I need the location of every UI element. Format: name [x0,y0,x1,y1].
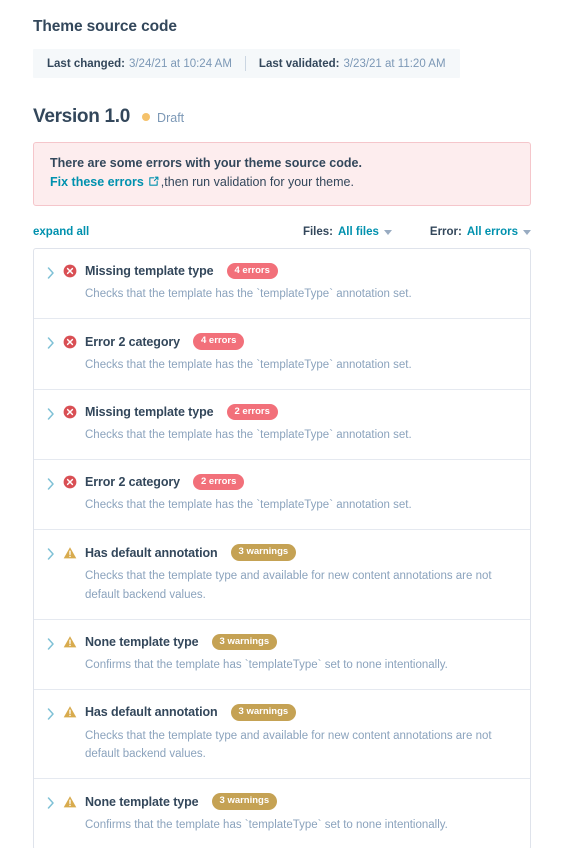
last-validated-value: 3/23/21 at 11:20 AM [343,57,446,70]
issue-row-content: Has default annotation 3 warnings Checks t… [63,544,514,604]
files-filter-label: Files: [302,226,333,238]
issue-row-content: Error 2 category 2 errors Checks that the … [63,474,514,515]
issue-row-content: Missing template type 2 errors Checks that… [63,403,514,445]
filter-bar: expand all Files: All files Error: All e… [33,226,548,238]
issue-description: Checks that the template type and availa… [85,569,492,601]
issue-row-header: Has default annotation 3 warnings [63,544,514,561]
warning-triangle-icon [63,795,77,809]
error-circle-icon [63,405,77,419]
issue-row[interactable]: None template type 3 warnings Confirms tha… [34,779,530,848]
warning-triangle-icon [63,546,77,560]
issue-row[interactable]: Error 2 category 4 errors Checks that the … [34,319,530,390]
metadata-bar: Last changed: 3/24/21 at 10:24 AM Last v… [33,49,460,78]
expand-chevron-right-icon[interactable] [47,547,63,565]
issue-row-header: Error 2 category 4 errors [63,333,514,350]
issue-row-content: None template type 3 warnings Confirms tha… [63,633,514,675]
expand-chevron-right-icon[interactable] [47,477,63,495]
issue-count-badge: 2 errors [192,474,245,491]
issue-title: Has default annotation [85,545,218,560]
alert-rest-text: ,then run validation for your theme. [160,175,354,189]
status-badge: Draft [157,111,185,125]
alert-subtitle: Fix these errors ,then run validation for… [50,175,514,190]
expand-chevron-right-icon[interactable] [47,796,63,814]
issue-count-badge: 3 warnings [211,793,278,810]
issue-count-badge: 4 errors [192,333,245,350]
issue-row[interactable]: Error 2 category 2 errors Checks that the … [34,460,530,531]
theme-source-code-page: Theme source code Last changed: 3/24/21 … [0,0,564,848]
error-filter[interactable]: Error: All errors [430,226,531,238]
chevron-down-icon [383,229,392,235]
issue-list: Missing template type 4 errors Checks that… [33,248,531,848]
issue-row[interactable]: None template type 3 warnings Confirms tha… [34,620,530,691]
expand-chevron-right-icon[interactable] [47,266,63,284]
expand-chevron-right-icon[interactable] [47,707,63,725]
issue-row-content: None template type 3 warnings Confirms tha… [63,793,514,834]
expand-chevron-right-icon[interactable] [47,336,63,354]
issue-title: Error 2 category [85,334,180,349]
error-circle-icon [63,475,77,489]
issue-description: Checks that the template type and availa… [85,729,492,761]
issue-row-header: Error 2 category 2 errors [63,474,514,491]
issue-count-badge: 3 warnings [230,704,297,721]
issue-title: None template type [85,794,199,809]
issue-row-content: Error 2 category 4 errors Checks that the … [63,333,514,374]
page-title: Theme source code [33,18,177,35]
issue-description: Checks that the template has the `templa… [85,499,412,512]
expand-all-link[interactable]: expand all [33,226,89,238]
issue-count-badge: 3 warnings [211,633,278,651]
error-filter-value: All errors [466,226,518,238]
fix-these-errors-link[interactable]: Fix these errors [50,175,144,190]
issue-row-content: Has default annotation 3 warnings Checks t… [63,704,514,764]
last-changed-label: Last changed: [47,57,125,70]
issue-description: Checks that the template has the `templa… [85,358,412,371]
issue-count-badge: 2 errors [226,403,278,421]
issue-count-badge: 3 warnings [230,544,297,561]
issue-row[interactable]: Missing template type 4 errors Checks that… [34,249,530,320]
alert-title: There are some errors with your theme so… [50,156,362,170]
version-title: Version 1.0 [33,106,131,127]
metadata-divider [244,56,246,71]
issue-description: Checks that the template has the `templa… [85,288,412,301]
issue-row[interactable]: Has default annotation 3 warnings Checks t… [34,530,530,620]
issue-description: Checks that the template has the `templa… [85,429,412,442]
issue-row-header: Missing template type 4 errors [63,263,514,280]
issue-row[interactable]: Missing template type 2 errors Checks that… [34,390,530,461]
issue-title: Missing template type [85,264,214,279]
issue-row[interactable]: Has default annotation 3 warnings Checks t… [34,690,530,780]
issue-description: Confirms that the template has `template… [85,818,448,831]
issue-row-header: Missing template type 2 errors [63,403,514,421]
last-validated-label: Last validated: [258,57,340,70]
issue-row-header: Has default annotation 3 warnings [63,704,514,721]
warning-triangle-icon [63,705,77,719]
issue-count-badge: 4 errors [226,263,278,280]
error-alert: There are some errors with your theme so… [33,142,531,206]
issue-title: Error 2 category [85,475,180,490]
external-link-icon [148,176,159,190]
issue-title: Has default annotation [85,705,218,720]
error-circle-icon [63,335,77,349]
expand-chevron-right-icon[interactable] [47,407,63,425]
issue-row-content: Missing template type 4 errors Checks that… [63,263,514,304]
files-filter-value: All files [338,226,379,238]
issue-row-header: None template type 3 warnings [63,793,514,810]
version-row: Version 1.0 Draft [33,106,548,128]
warning-triangle-icon [63,635,77,649]
draft-status-dot-icon [142,113,151,121]
files-filter[interactable]: Files: All files [303,226,392,238]
error-filter-label: Error: [429,226,462,238]
error-circle-icon [63,264,77,278]
issue-description: Confirms that the template has `template… [85,659,448,672]
issue-row-header: None template type 3 warnings [63,633,514,651]
chevron-down-icon [523,229,531,235]
last-changed-value: 3/24/21 at 10:24 AM [128,57,232,70]
issue-title: Missing template type [85,404,214,419]
issue-title: None template type [85,634,199,649]
expand-chevron-right-icon[interactable] [47,637,63,655]
